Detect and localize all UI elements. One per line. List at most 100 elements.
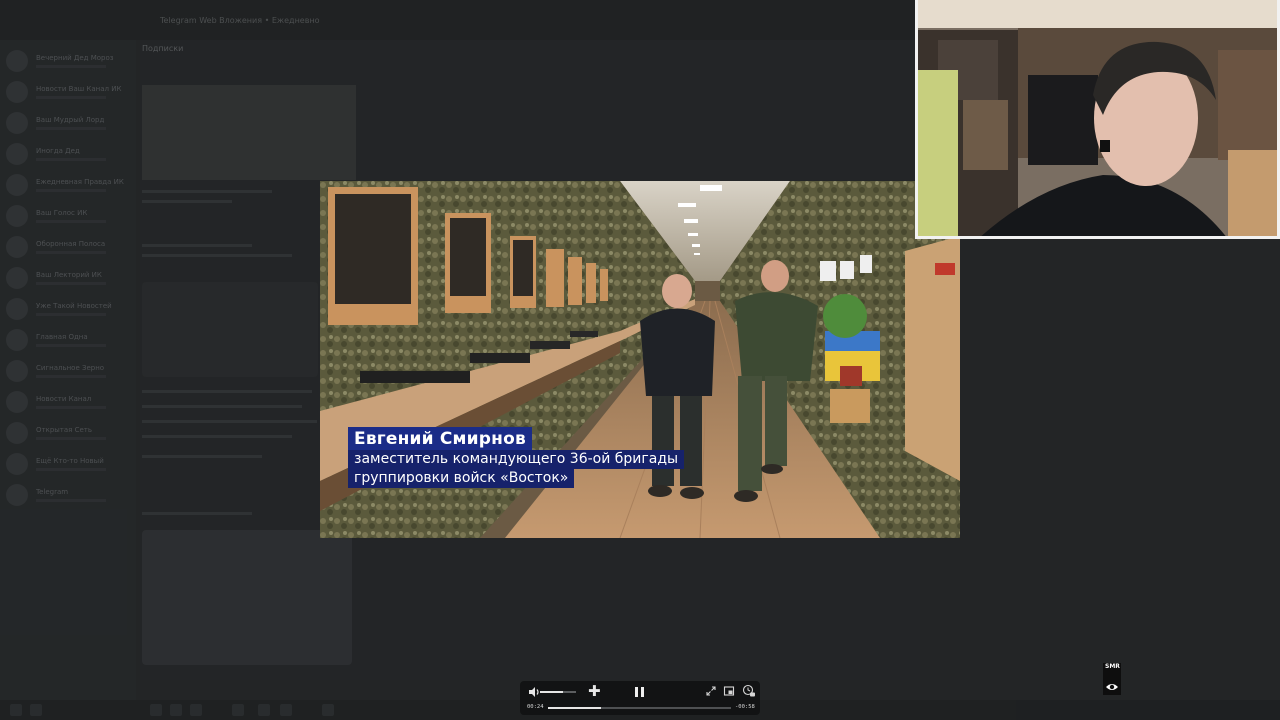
background-chat-item: Оборонная Полоса [4, 234, 132, 262]
chat-preview-line [36, 468, 106, 471]
background-chat-list: Вечерний Дед Мороз Новости Ваш Канал ИК Ва… [0, 40, 136, 700]
taskbar-icon [280, 704, 292, 716]
background-text-line [142, 435, 292, 438]
background-text-line [142, 512, 252, 515]
seek-bar-progress[interactable] [548, 707, 602, 709]
chat-avatar [6, 453, 28, 475]
background-text-line [142, 420, 317, 423]
chat-name: Ваш Голос ИК [36, 209, 88, 217]
speaker-name: Евгений Смирнов [348, 427, 532, 450]
chat-preview-line [36, 158, 106, 161]
speaker-title-line1: заместитель командующего 36-ой бригады [348, 450, 685, 469]
background-text-line [142, 254, 292, 257]
chat-name: Новости Ваш Канал ИК [36, 85, 122, 93]
background-text-line [142, 390, 312, 393]
chat-name: Главная Одна [36, 333, 88, 341]
video-player-controls: ✚ 00:24 -00:58 [520, 681, 760, 715]
taskbar-icon [232, 704, 244, 716]
background-chat-item: Telegram [4, 482, 132, 510]
badge-text: SMR [1105, 663, 1120, 670]
background-text-line [142, 244, 252, 247]
chat-avatar [6, 205, 28, 227]
background-chat-item: Ваш Лекторий ИК [4, 265, 132, 293]
chat-preview-line [36, 127, 106, 130]
chat-avatar [6, 174, 28, 196]
chat-name: Уже Такой Новостей [36, 302, 112, 310]
background-post-image [142, 85, 356, 180]
time-elapsed: 00:24 [527, 704, 544, 710]
background-chat-item: Ежедневная Правда ИК [4, 172, 132, 200]
background-text-line [142, 455, 262, 458]
background-chat-item: Новости Канал [4, 389, 132, 417]
chat-avatar [6, 391, 28, 413]
taskbar-icon [258, 704, 270, 716]
background-post-card [142, 530, 352, 665]
pause-bar-right [641, 687, 644, 697]
taskbar-icon [10, 704, 22, 716]
background-chat-item: Вечерний Дед Мороз [4, 48, 132, 76]
chat-preview-line [36, 282, 106, 285]
background-window-title: Telegram Web Вложения • Ежедневно [160, 16, 320, 25]
screen: Telegram Web Вложения • Ежедневно Вечерн… [0, 0, 1280, 720]
chat-avatar [6, 422, 28, 444]
chat-avatar [6, 50, 28, 72]
chat-preview-line [36, 375, 106, 378]
chat-preview-line [36, 65, 106, 68]
fullscreen-icon[interactable] [705, 685, 717, 697]
video-frame[interactable]: Евгений Смирнов заместитель командующего… [320, 181, 960, 538]
background-text-line [142, 200, 232, 203]
chat-preview-line [36, 406, 106, 409]
pause-bar-left [635, 687, 638, 697]
chat-name: Новости Канал [36, 395, 92, 403]
background-chat-item: Новости Ваш Канал ИК [4, 79, 132, 107]
chat-avatar [6, 298, 28, 320]
background-chat-item: Открытая Сеть [4, 420, 132, 448]
playback-speed-icon[interactable] [742, 684, 756, 698]
chat-avatar [6, 236, 28, 258]
chat-preview-line [36, 189, 106, 192]
chat-preview-line [36, 437, 106, 440]
background-chat-item: Иногда Дед [4, 141, 132, 169]
background-chat-item: Ваш Голос ИК [4, 203, 132, 231]
chat-name: Сигнальное Зерно [36, 364, 105, 372]
time-remaining: -00:58 [735, 704, 755, 710]
chat-name: Ваш Лекторий ИК [36, 271, 102, 279]
taskbar-icon [322, 704, 334, 716]
corner-badge: SMR [1103, 663, 1121, 695]
chat-name: Открытая Сеть [36, 426, 92, 434]
background-feed-header: Подписки [142, 44, 184, 53]
background-chat-item: Ещё Кто-то Новый [4, 451, 132, 479]
plus-icon[interactable]: ✚ [588, 682, 601, 700]
background-text-line [142, 190, 272, 193]
chat-name: Ваш Мудрый Лорд [36, 116, 105, 124]
webcam-overlay [915, 0, 1280, 239]
chat-name: Иногда Дед [36, 147, 80, 155]
eye-icon [1106, 684, 1118, 690]
pip-icon[interactable] [723, 685, 735, 697]
chat-preview-line [36, 96, 106, 99]
webcam-scene [918, 0, 1277, 236]
background-chat-item: Ваш Мудрый Лорд [4, 110, 132, 138]
taskbar-icon [30, 704, 42, 716]
lower-third-caption: Евгений Смирнов заместитель командующего… [348, 427, 685, 488]
pause-icon[interactable] [633, 685, 647, 699]
taskbar-icon [190, 704, 202, 716]
chat-name: Вечерний Дед Мороз [36, 54, 114, 62]
taskbar-icon [150, 704, 162, 716]
volume-slider-fill[interactable] [540, 691, 564, 693]
chat-name: Ежедневная Правда ИК [36, 178, 124, 186]
background-chat-item: Главная Одна [4, 327, 132, 355]
chat-avatar [6, 143, 28, 165]
chat-name: Ещё Кто-то Новый [36, 457, 104, 465]
chat-name: Оборонная Полоса [36, 240, 106, 248]
speaker-title-line2: группировки войск «Восток» [348, 469, 575, 488]
chat-preview-line [36, 499, 106, 502]
chat-name: Telegram [36, 488, 69, 496]
chat-avatar [6, 112, 28, 134]
background-text-line [142, 405, 302, 408]
chat-preview-line [36, 220, 106, 223]
background-chat-item: Уже Такой Новостей [4, 296, 132, 324]
background-post-image [142, 282, 318, 377]
volume-icon[interactable] [527, 685, 541, 699]
taskbar-icon [170, 704, 182, 716]
